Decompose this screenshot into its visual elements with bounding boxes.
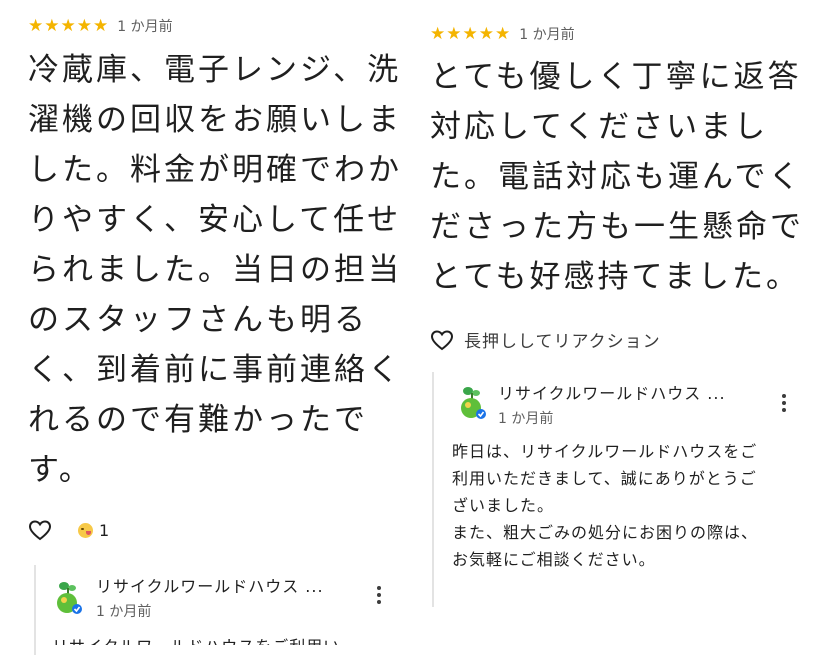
- review-text-line: りやすく、安心して任せ: [28, 202, 402, 238]
- owner-reply: リサイクルワールドハウス ... 1 か月前 リサイクルワールドハウスをご利用い: [34, 565, 396, 655]
- more-options-icon[interactable]: [781, 394, 787, 412]
- star-rating: ★ ★ ★ ★ ★: [28, 15, 109, 36]
- star-icon: ★: [60, 15, 76, 36]
- review-text-line: られました。当日の担当: [28, 252, 402, 288]
- review-text-line: 冷蔵庫、電子レンジ、洗: [28, 52, 402, 88]
- reaction-bar: 1: [28, 519, 109, 541]
- review-age: 1 か月前: [117, 19, 173, 35]
- reply-text-preview: リサイクルワールドハウスをご利用い: [52, 633, 340, 645]
- reply-text: 昨日は、リサイクルワールドハウスをご 利用いただきまして、誠にありがとうご ざい…: [452, 438, 758, 573]
- reply-text-line: お気軽にご相談ください。: [452, 550, 656, 569]
- review-card-left: ★ ★ ★ ★ ★ 1 か月前 冷蔵庫、電子レンジ、洗 濯機の回収をお願いしま …: [0, 0, 400, 655]
- star-icon: ★: [76, 15, 92, 36]
- reply-age: 1 か月前: [498, 411, 554, 427]
- star-icon: ★: [44, 15, 60, 36]
- star-icon: ★: [495, 23, 511, 44]
- reply-text-clip: リサイクルワールドハウスをご利用い: [52, 633, 396, 645]
- star-rating: ★ ★ ★ ★ ★: [430, 23, 511, 44]
- reply-text-line: 昨日は、リサイクルワールドハウスをご: [452, 442, 758, 461]
- heart-icon[interactable]: [28, 519, 52, 541]
- more-options-icon[interactable]: [376, 586, 382, 604]
- review-text: 冷蔵庫、電子レンジ、洗 濯機の回収をお願いしま した。料金が明確でわか りやすく…: [28, 45, 402, 495]
- star-icon: ★: [28, 15, 44, 36]
- review-text-line: す。: [28, 452, 93, 488]
- star-icon: ★: [462, 23, 478, 44]
- review-age: 1 か月前: [519, 27, 575, 43]
- review-text: とても優しく丁寧に返答 対応してくださいまし た。電話対応も運んでく ださった方…: [430, 52, 804, 302]
- review-text-line: ださった方も一生懸命で: [430, 209, 804, 245]
- reply-author-name[interactable]: リサイクルワールドハウス ...: [498, 380, 726, 404]
- owner-reply: リサイクルワールドハウス ... 1 か月前 昨日は、リサイクルワールドハウスを…: [432, 372, 814, 607]
- verified-badge-icon: [476, 409, 486, 419]
- star-icon: ★: [478, 23, 494, 44]
- business-avatar: [461, 387, 486, 419]
- heart-icon[interactable]: [430, 329, 454, 351]
- reply-text-line: また、粗大ごみの処分にお困りの際は、: [452, 523, 759, 542]
- reaction-count: 1: [99, 520, 110, 540]
- review-text-line: とても優しく丁寧に返答: [430, 59, 802, 95]
- reply-text-line: ざいました。: [452, 496, 555, 515]
- reply-text-line: 利用いただきまして、誠にありがとうご: [452, 469, 757, 488]
- review-text-line: れるので有難かったで: [28, 402, 368, 438]
- rating-row: ★ ★ ★ ★ ★ 1 か月前: [28, 16, 173, 36]
- review-card-right: ★ ★ ★ ★ ★ 1 か月前 とても優しく丁寧に返答 対応してくださいまし た…: [410, 0, 819, 655]
- reaction-prompt[interactable]: 長押ししてリアクション: [464, 327, 661, 352]
- rating-row: ★ ★ ★ ★ ★ 1 か月前: [430, 24, 575, 44]
- review-text-line: 濯機の回収をお願いしま: [28, 102, 402, 138]
- star-icon: ★: [93, 15, 109, 36]
- laughing-emoji-icon[interactable]: [78, 522, 93, 538]
- reply-age: 1 か月前: [96, 604, 152, 620]
- reply-author-name[interactable]: リサイクルワールドハウス ...: [96, 573, 324, 597]
- star-icon: ★: [430, 23, 446, 44]
- verified-badge-icon: [72, 604, 82, 614]
- review-text-line: 対応してくださいまし: [430, 109, 769, 145]
- star-icon: ★: [446, 23, 462, 44]
- review-text-line: く、到着前に事前連絡く: [28, 352, 402, 388]
- review-text-line: のスタッフさんも明る: [28, 302, 368, 338]
- review-text-line: とても好感持てました。: [430, 259, 800, 295]
- reaction-bar[interactable]: 長押ししてリアクション: [430, 327, 661, 352]
- business-avatar: [57, 582, 82, 614]
- review-text-line: した。料金が明確でわか: [28, 152, 402, 188]
- review-text-line: た。電話対応も運んでく: [430, 159, 803, 195]
